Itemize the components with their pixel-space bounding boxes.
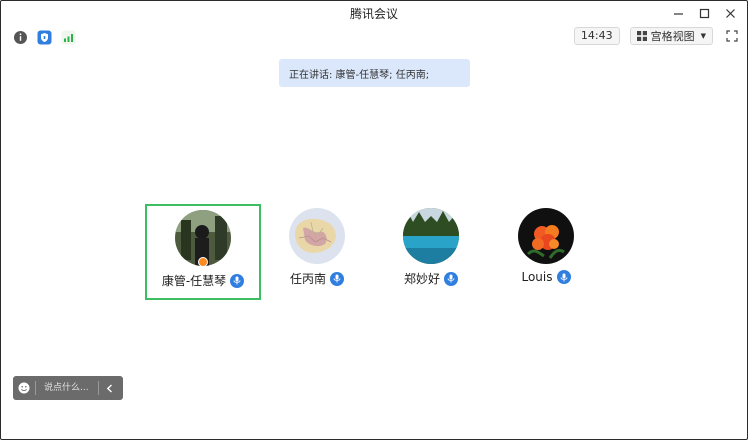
participant-name: 郑妙好 [403, 272, 440, 286]
minimize-icon [673, 12, 683, 15]
map-avatar-icon [289, 208, 345, 264]
meeting-info-button[interactable] [12, 29, 28, 45]
network-status-button[interactable] [60, 29, 76, 45]
participant-name-row: Louis [521, 270, 571, 284]
participant-name-row: 郑妙好 [404, 270, 458, 287]
speaking-text: 正在讲话: 康管-任慧琴; 任丙南; [289, 69, 430, 81]
window-title: 腾讯会议 [349, 6, 398, 21]
info-icon [13, 30, 27, 44]
chat-input[interactable] [36, 376, 98, 400]
shield-icon [37, 30, 51, 44]
emoji-icon [18, 382, 30, 394]
maximize-icon [699, 8, 709, 18]
microphone-speaking-icon [556, 270, 571, 284]
meeting-toolbar: 14:43 宫格视图 ▼ [1, 25, 747, 49]
microphone-speaking-icon [444, 271, 458, 286]
participant-tile[interactable]: 任丙南 [259, 204, 375, 300]
lake-avatar-icon [403, 208, 459, 264]
flower-avatar-icon [518, 208, 574, 264]
participant-name-row: 康管-任慧琴 [161, 272, 245, 289]
signal-icon [61, 30, 75, 44]
title-bar: 腾讯会议 [1, 1, 747, 25]
participant-name-row: 任丙南 [290, 270, 344, 287]
emoji-button[interactable] [13, 376, 35, 400]
chevron-left-icon [106, 383, 112, 393]
participant-avatar [289, 208, 345, 264]
participant-tile[interactable]: Louis [488, 204, 604, 300]
host-badge-icon [198, 257, 208, 267]
meeting-time: 14:43 [573, 27, 620, 45]
fullscreen-icon [726, 30, 738, 42]
close-button[interactable] [719, 4, 741, 22]
speaking-banner: 正在讲话: 康管-任慧琴; 任丙南; [279, 59, 470, 87]
window-controls [667, 4, 741, 22]
chevron-down-icon: ▼ [700, 32, 706, 40]
grid-view-icon [636, 31, 647, 41]
close-icon [725, 8, 735, 18]
view-switch-label: 宫格视图 [650, 30, 695, 43]
participant-avatar [403, 208, 459, 264]
participant-tile[interactable]: 康管-任慧琴 [145, 204, 261, 300]
participant-name: 康管-任慧琴 [161, 274, 227, 288]
maximize-button[interactable] [693, 4, 715, 22]
participant-name: 任丙南 [289, 272, 326, 286]
participant-avatar [518, 208, 574, 264]
fullscreen-button[interactable] [723, 27, 741, 45]
minimize-button[interactable] [667, 4, 689, 22]
collapse-chat-button[interactable] [99, 376, 119, 400]
participant-name: Louis [521, 270, 553, 284]
microphone-icon [230, 273, 245, 288]
toolbar-left-icons [12, 29, 76, 45]
toolbar-right: 14:43 宫格视图 ▼ [573, 27, 741, 45]
participant-tile[interactable]: 郑妙好 [373, 204, 489, 300]
view-switch-dropdown[interactable]: 宫格视图 ▼ [629, 27, 713, 45]
microphone-icon [330, 271, 344, 286]
security-button[interactable] [36, 29, 52, 45]
meeting-window: 腾讯会议 14:43 宫格视图 ▼ 正在讲话: 康管-任慧琴; 任丙南; 康管-… [0, 0, 748, 440]
chat-bar [13, 376, 123, 400]
